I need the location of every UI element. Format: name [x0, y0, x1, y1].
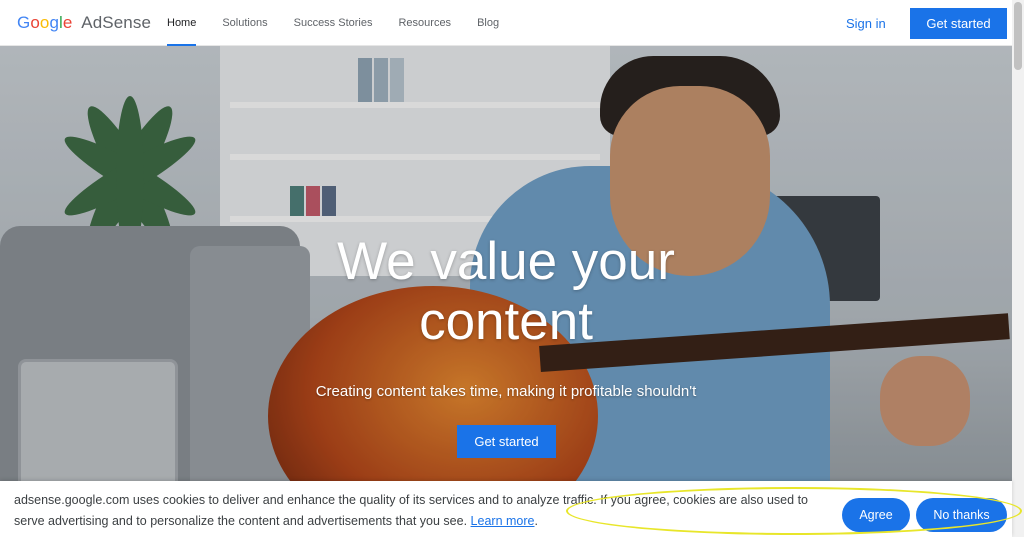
- hero-section: We value your content Creating content t…: [0, 46, 1012, 537]
- page-scrollbar[interactable]: [1012, 0, 1024, 537]
- main-nav: Home Solutions Success Stories Resources…: [167, 0, 525, 46]
- hero-subtitle: Creating content takes time, making it p…: [315, 383, 697, 400]
- header-get-started-button[interactable]: Get started: [910, 8, 1007, 39]
- cookie-message: adsense.google.com uses cookies to deliv…: [14, 493, 808, 528]
- agree-button[interactable]: Agree: [842, 498, 910, 532]
- cookie-message-text: adsense.google.com uses cookies to deliv…: [14, 493, 808, 528]
- google-adsense-logo[interactable]: Google AdSense: [17, 13, 151, 33]
- scrollbar-thumb[interactable]: [1014, 2, 1022, 70]
- no-thanks-button[interactable]: No thanks: [916, 498, 1007, 532]
- logo-product-name: AdSense: [81, 13, 151, 32]
- learn-more-link[interactable]: Learn more: [471, 514, 535, 528]
- nav-item-blog[interactable]: Blog: [477, 0, 499, 46]
- sign-in-link[interactable]: Sign in: [846, 16, 886, 31]
- nav-item-home[interactable]: Home: [167, 0, 197, 46]
- hero-title: We value your content: [337, 232, 675, 351]
- nav-item-success-stories[interactable]: Success Stories: [294, 0, 373, 46]
- cookie-consent-banner: adsense.google.com uses cookies to deliv…: [0, 481, 1012, 537]
- nav-item-resources[interactable]: Resources: [398, 0, 451, 46]
- nav-item-solutions[interactable]: Solutions: [222, 0, 267, 46]
- top-navigation-bar: Google AdSense Home Solutions Success St…: [0, 0, 1012, 46]
- hero-get-started-button[interactable]: Get started: [457, 425, 556, 458]
